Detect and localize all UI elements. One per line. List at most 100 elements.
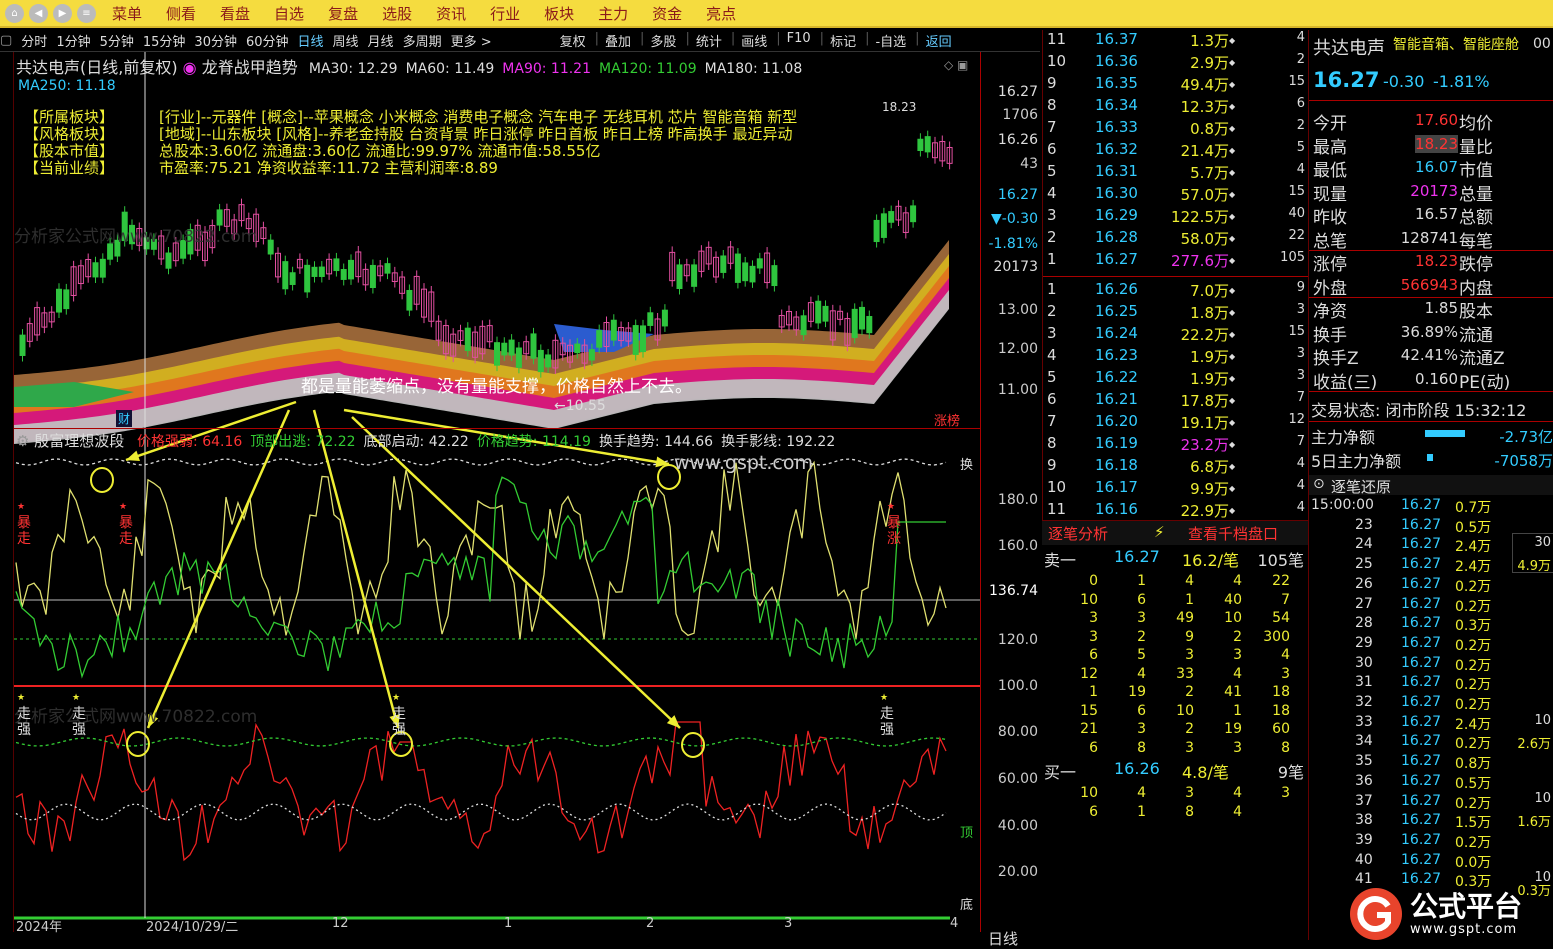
x-label-2: 12 [332, 916, 349, 931]
collapse-icon[interactable]: ⊙ [1313, 476, 1325, 492]
diamond-icon: ◆ [1229, 440, 1236, 449]
menu-item-7[interactable]: 行业 [490, 3, 520, 24]
bids-volume: 6.8万 [1190, 458, 1229, 476]
period-label: 日线 [988, 930, 1019, 948]
sell-cell: 3 [1281, 665, 1290, 682]
series-trend [15, 476, 946, 679]
asks-row[interactable]: 9 16.35 49.4万 ◆ 15 [1043, 74, 1309, 96]
asks-row[interactable]: 6 16.32 21.4万 ◆ 5 [1043, 140, 1309, 162]
info-line-2: 总股本:3.60亿 流通盘:3.60亿 流通比:99.97% 流通市值:58.5… [159, 142, 601, 160]
menu-item-1[interactable]: 侧看 [166, 3, 196, 24]
menu-item-5[interactable]: 选股 [382, 3, 412, 24]
expand-icon[interactable]: ≡ [77, 3, 96, 23]
tab-tick-analysis[interactable]: 逐笔分析 [1048, 523, 1108, 544]
menu-item-2[interactable]: 看盘 [220, 3, 250, 24]
diamond-icon: ◆ [1229, 484, 1236, 493]
asks-level: 1 [1047, 250, 1057, 268]
replay-row: 27 16.27 0.2万 [1309, 596, 1553, 616]
tool-7[interactable]: -自选 [875, 31, 906, 50]
tool-8[interactable]: 返回 [926, 31, 952, 50]
period-9[interactable]: 多周期 [403, 31, 442, 50]
period-3[interactable]: 15分钟 [143, 31, 186, 50]
menu-item-10[interactable]: 资金 [652, 3, 682, 24]
period-10[interactable]: 更多 > [451, 31, 492, 50]
home-icon[interactable]: ⌂ [5, 3, 24, 23]
left-toolbar [0, 52, 14, 932]
bids-row[interactable]: 6 16.21 17.8万 ◆ 7 [1043, 390, 1309, 412]
chart-canvas[interactable] [14, 52, 980, 932]
asks-row[interactable]: 1 16.27 277.6万 ◆ 105 [1043, 250, 1309, 272]
bids-row[interactable]: 5 16.22 1.9万 ◆ 3 [1043, 368, 1309, 390]
asks-price: 16.27 [1095, 250, 1138, 268]
asks-row[interactable]: 2 16.28 58.0万 ◆ 22 [1043, 228, 1309, 250]
asks-volume: 1.3万 [1190, 32, 1229, 50]
period-0[interactable]: 分时 [21, 31, 47, 50]
rank-marker[interactable]: 涨榜 [934, 410, 960, 429]
period-5[interactable]: 60分钟 [246, 31, 289, 50]
axis-top-3: 43 [1020, 156, 1038, 172]
bids-row[interactable]: 7 16.20 19.1万 ◆ 12 [1043, 412, 1309, 434]
bids-row[interactable]: 1 16.26 7.0万 ◆ 9 [1043, 280, 1309, 302]
back-icon[interactable]: ◀ [29, 3, 48, 23]
tool-sep: | [730, 31, 736, 46]
bids-row[interactable]: 2 16.25 1.8万 ◆ 3 [1043, 302, 1309, 324]
bids-row[interactable]: 10 16.17 9.9万 ◆ 4 [1043, 478, 1309, 500]
period-2[interactable]: 5分钟 [100, 31, 134, 50]
bids-row[interactable]: 4 16.23 1.9万 ◆ 3 [1043, 346, 1309, 368]
bids-volume: 17.8万 [1180, 392, 1229, 410]
menu-item-11[interactable]: 亮点 [706, 3, 736, 24]
bids-row[interactable]: 8 16.19 23.2万 ◆ 7 [1043, 434, 1309, 456]
tool-6[interactable]: 标记 [830, 31, 856, 50]
tool-3[interactable]: 统计 [696, 31, 722, 50]
menu-item-6[interactable]: 资讯 [436, 3, 466, 24]
asks-row[interactable]: 7 16.33 0.8万 ◆ 2 [1043, 118, 1309, 140]
forward-icon[interactable]: ▶ [53, 3, 72, 23]
bids-row[interactable]: 3 16.24 22.2万 ◆ 15 [1043, 324, 1309, 346]
panel-toggle-icon[interactable]: ▢ [0, 33, 12, 48]
finance-marker[interactable]: 财 [116, 410, 133, 427]
period-8[interactable]: 月线 [368, 31, 394, 50]
diamond-icon: ◆ [1229, 418, 1236, 427]
asks-row[interactable]: 3 16.29 122.5万 ◆ 40 [1043, 206, 1309, 228]
bids-level: 5 [1047, 368, 1057, 386]
tool-1[interactable]: 叠加 [605, 31, 631, 50]
tab-depth[interactable]: 查看千档盘口 [1188, 523, 1278, 544]
asks-row[interactable]: 8 16.34 12.3万 ◆ 6 [1043, 96, 1309, 118]
replay-price: 16.27 [1401, 733, 1442, 750]
replay-side-value: 10 [1534, 713, 1551, 728]
sub-value-0: 价格强弱: 64.16 [137, 434, 243, 450]
sell-cell: 19 [1224, 721, 1242, 737]
sell-cell: 3 [1233, 647, 1242, 663]
tool-4[interactable]: 画线 [741, 31, 767, 50]
mark-baozou-1: ★ 暴走 [17, 502, 31, 547]
quote-label: 净资 [1313, 302, 1347, 322]
menu-item-9[interactable]: 主力 [598, 3, 628, 24]
tool-5[interactable]: F10 [787, 31, 811, 50]
sell-cell: 4 [1137, 665, 1146, 682]
candle-body [815, 300, 822, 324]
bids-volume: 9.9万 [1190, 480, 1229, 498]
tool-2[interactable]: 多股 [650, 31, 676, 50]
asks-row[interactable]: 4 16.30 57.0万 ◆ 15 [1043, 184, 1309, 206]
period-7[interactable]: 周线 [333, 31, 359, 50]
quote-concept[interactable]: 智能音箱、智能座舱 [1393, 34, 1519, 54]
quote-row: 净资 1.85 股本 [1309, 297, 1553, 322]
period-4[interactable]: 30分钟 [194, 31, 237, 50]
asks-row[interactable]: 11 16.37 1.3万 ◆ 4 [1043, 30, 1309, 52]
menu-item-8[interactable]: 板块 [544, 3, 574, 24]
menu-item-4[interactable]: 复盘 [328, 3, 358, 24]
menu-item-3[interactable]: 自选 [274, 3, 304, 24]
replay-time: 32 [1355, 694, 1373, 710]
x-label-0: 2024年 [16, 920, 63, 935]
menu-item-0[interactable]: 菜单 [112, 3, 142, 24]
period-1[interactable]: 1分钟 [56, 31, 90, 50]
sub-indicator-title[interactable]: 殷富理想波段 [34, 432, 124, 450]
asks-row[interactable]: 10 16.36 2.9万 ◆ 2 [1043, 52, 1309, 74]
sell-cell: 1 [1089, 684, 1098, 700]
tool-0[interactable]: 复权 [560, 31, 586, 50]
period-6[interactable]: 日线 [298, 31, 324, 50]
bids-row[interactable]: 11 16.16 22.9万 ◆ 4 [1043, 500, 1309, 522]
bids-row[interactable]: 9 16.18 6.8万 ◆ 4 [1043, 456, 1309, 478]
asks-row[interactable]: 5 16.31 5.7万 ◆ 4 [1043, 162, 1309, 184]
sub-settings-icon[interactable]: ⚙ [16, 432, 29, 450]
